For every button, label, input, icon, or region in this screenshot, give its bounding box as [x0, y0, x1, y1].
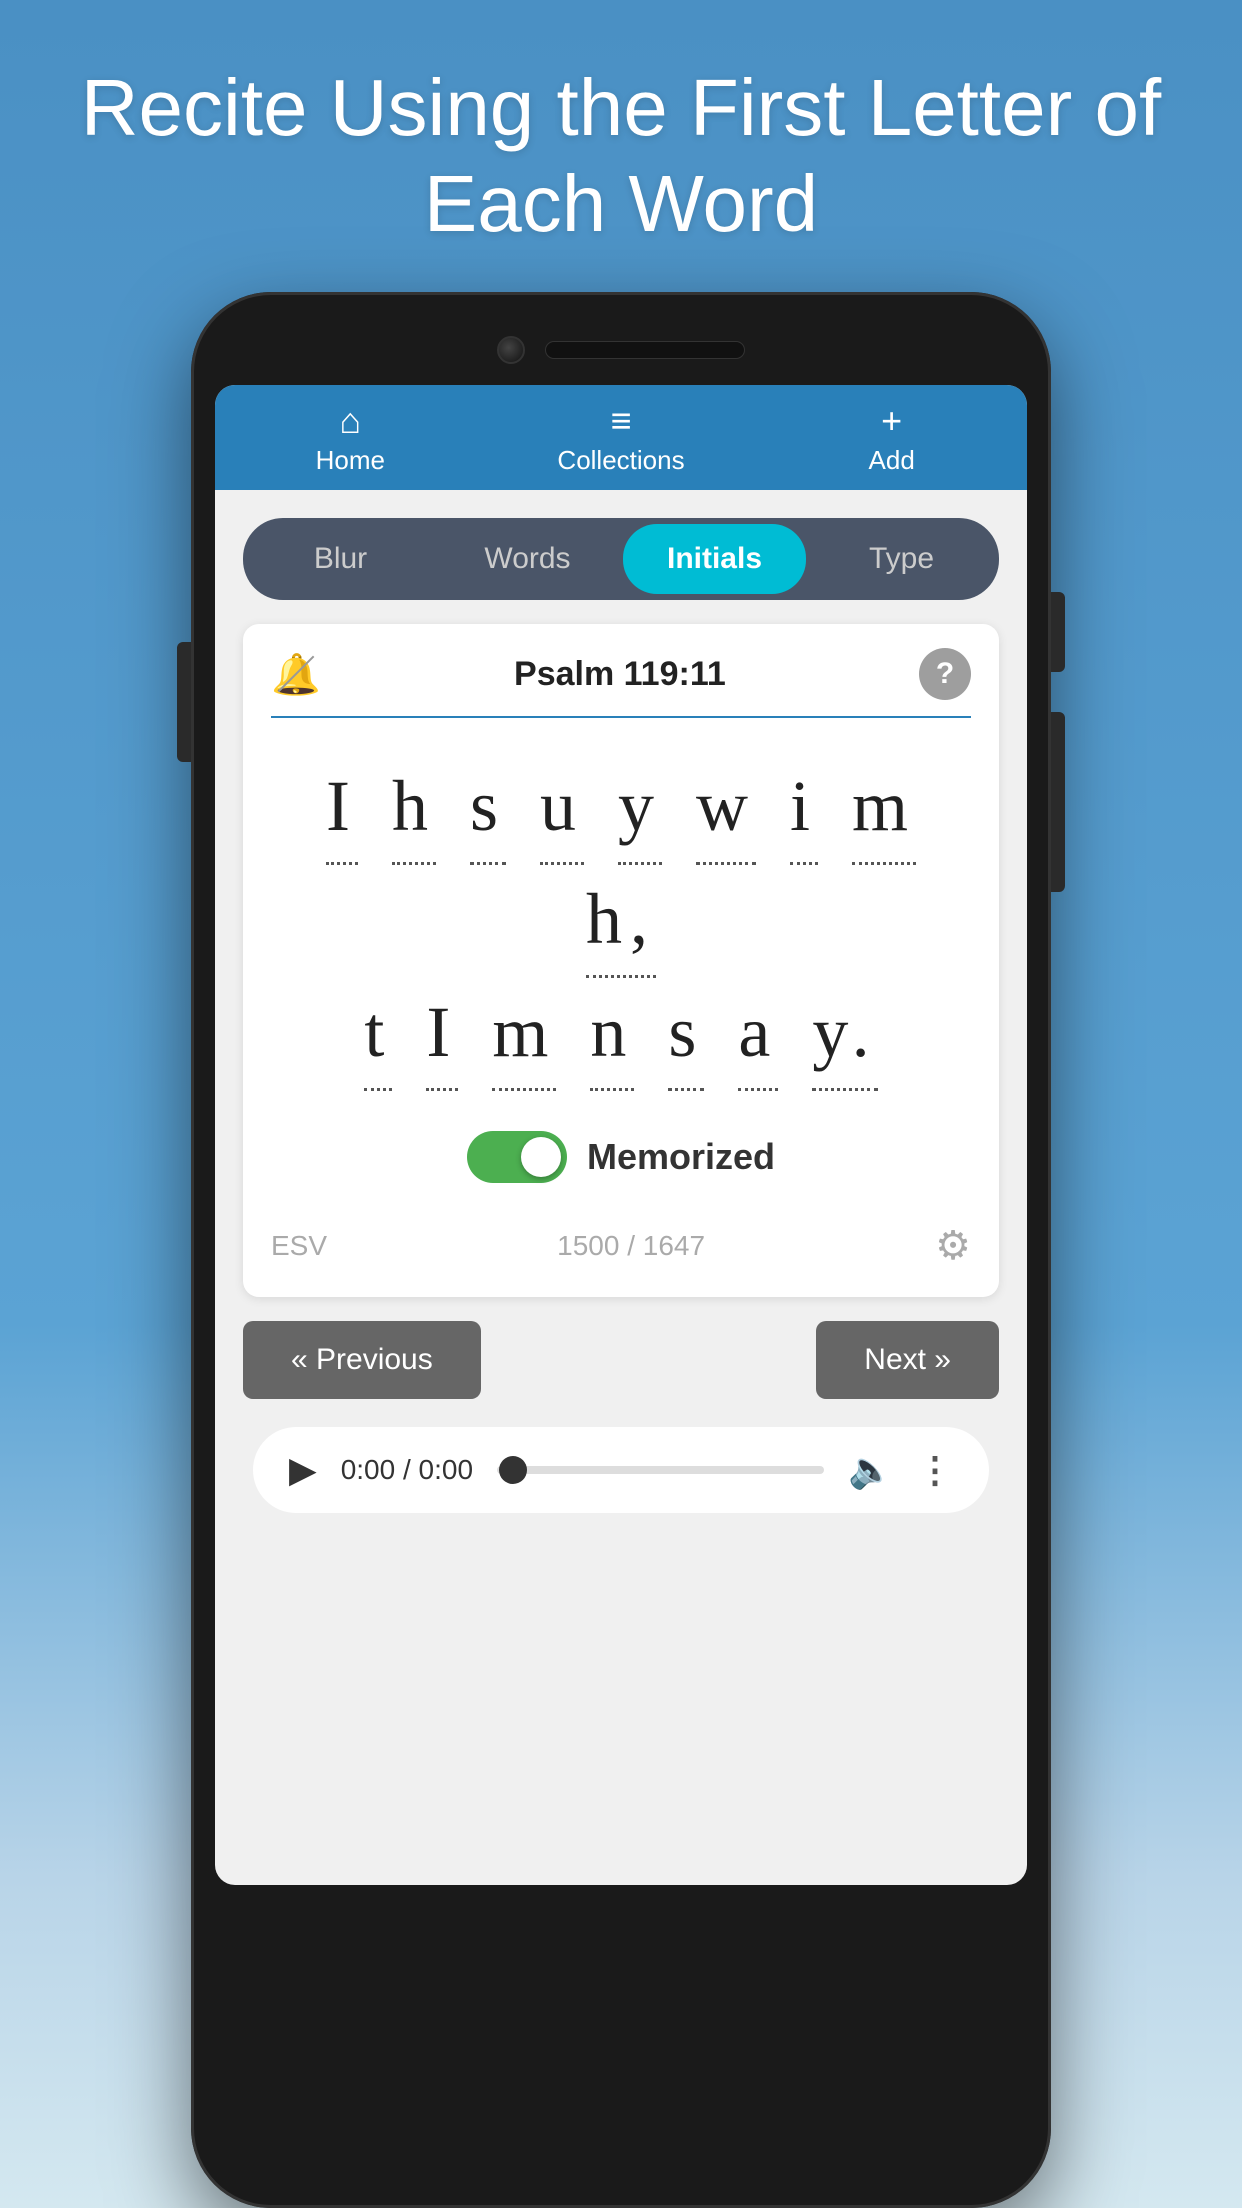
- progress-label: 1500 / 1647: [557, 1230, 705, 1262]
- front-camera: [497, 336, 525, 364]
- volume-button-left: [177, 642, 191, 762]
- initial-u: u: [540, 752, 584, 865]
- card-footer: ESV 1500 / 1647 ⚙: [271, 1211, 971, 1269]
- tab-type[interactable]: Type: [810, 524, 993, 594]
- content-area: Blur Words Initials Type 🔔 Psalm 119:11 …: [215, 490, 1027, 1541]
- mode-tabs: Blur Words Initials Type: [243, 518, 999, 600]
- memorized-toggle[interactable]: [467, 1131, 567, 1183]
- nav-buttons: « Previous Next »: [243, 1321, 999, 1399]
- nav-collections[interactable]: ≡ Collections: [486, 403, 757, 476]
- initial-s: s: [470, 752, 506, 865]
- initial-w: w: [696, 752, 756, 865]
- progress-indicator: [499, 1456, 527, 1484]
- initials-line-2: t I m n s a y.: [271, 978, 971, 1091]
- initial-a: a: [738, 978, 778, 1091]
- initial-y2: y.: [812, 978, 877, 1091]
- next-button[interactable]: Next »: [816, 1321, 999, 1399]
- volume-icon[interactable]: 🔈: [848, 1449, 893, 1491]
- collections-label: Collections: [557, 445, 684, 476]
- initial-n: n: [590, 978, 634, 1091]
- phone-notch: [215, 322, 1027, 377]
- initial-m: m: [852, 752, 916, 865]
- audio-player: ▶ 0:00 / 0:00 🔈 ⋮: [253, 1427, 989, 1513]
- verse-reference: Psalm 119:11: [321, 655, 919, 694]
- previous-button[interactable]: « Previous: [243, 1321, 481, 1399]
- initial-h2: h,: [586, 865, 656, 978]
- audio-time: 0:00 / 0:00: [341, 1454, 473, 1486]
- initial-s2: s: [668, 978, 704, 1091]
- nav-home[interactable]: ⌂ Home: [215, 403, 486, 476]
- initial-i: i: [790, 752, 818, 865]
- initial-y: y: [618, 752, 662, 865]
- tab-initials[interactable]: Initials: [623, 524, 806, 594]
- phone-screen: ⌂ Home ≡ Collections + Add Blur Words: [215, 385, 1027, 1885]
- initial-I2: I: [426, 978, 458, 1091]
- verse-header: 🔔 Psalm 119:11 ?: [271, 648, 971, 718]
- version-label: ESV: [271, 1230, 327, 1262]
- add-icon: +: [881, 403, 902, 439]
- bell-icon[interactable]: 🔔: [271, 651, 321, 698]
- nav-add[interactable]: + Add: [756, 403, 1027, 476]
- initial-I: I: [326, 752, 358, 865]
- add-label: Add: [869, 445, 915, 476]
- initials-line-1: I h s u y w i m h,: [271, 752, 971, 978]
- home-label: Home: [316, 445, 385, 476]
- audio-progress-bar[interactable]: [497, 1466, 824, 1474]
- home-icon: ⌂: [339, 403, 361, 439]
- memorized-label: Memorized: [587, 1136, 775, 1178]
- app-nav-bar: ⌂ Home ≡ Collections + Add: [215, 385, 1027, 490]
- initial-h: h: [392, 752, 436, 865]
- toggle-knob: [521, 1137, 561, 1177]
- phone-device: ⌂ Home ≡ Collections + Add Blur Words: [171, 292, 1071, 2208]
- memorized-row: Memorized: [271, 1111, 971, 1193]
- phone-speaker: [545, 341, 745, 359]
- power-button: [1051, 592, 1065, 672]
- tab-blur[interactable]: Blur: [249, 524, 432, 594]
- play-button[interactable]: ▶: [289, 1449, 317, 1491]
- more-options-icon[interactable]: ⋮: [917, 1449, 953, 1491]
- initial-m2: m: [492, 978, 556, 1091]
- help-button[interactable]: ?: [919, 648, 971, 700]
- tab-words[interactable]: Words: [436, 524, 619, 594]
- initial-t: t: [364, 978, 392, 1091]
- page-title: Recite Using the First Letter of Each Wo…: [0, 0, 1242, 292]
- collections-icon: ≡: [611, 403, 632, 439]
- settings-icon[interactable]: ⚙: [935, 1223, 971, 1269]
- volume-button-right: [1051, 712, 1065, 892]
- verse-card: 🔔 Psalm 119:11 ? I h s u y w i: [243, 624, 999, 1297]
- initials-display: I h s u y w i m h, t I: [271, 742, 971, 1111]
